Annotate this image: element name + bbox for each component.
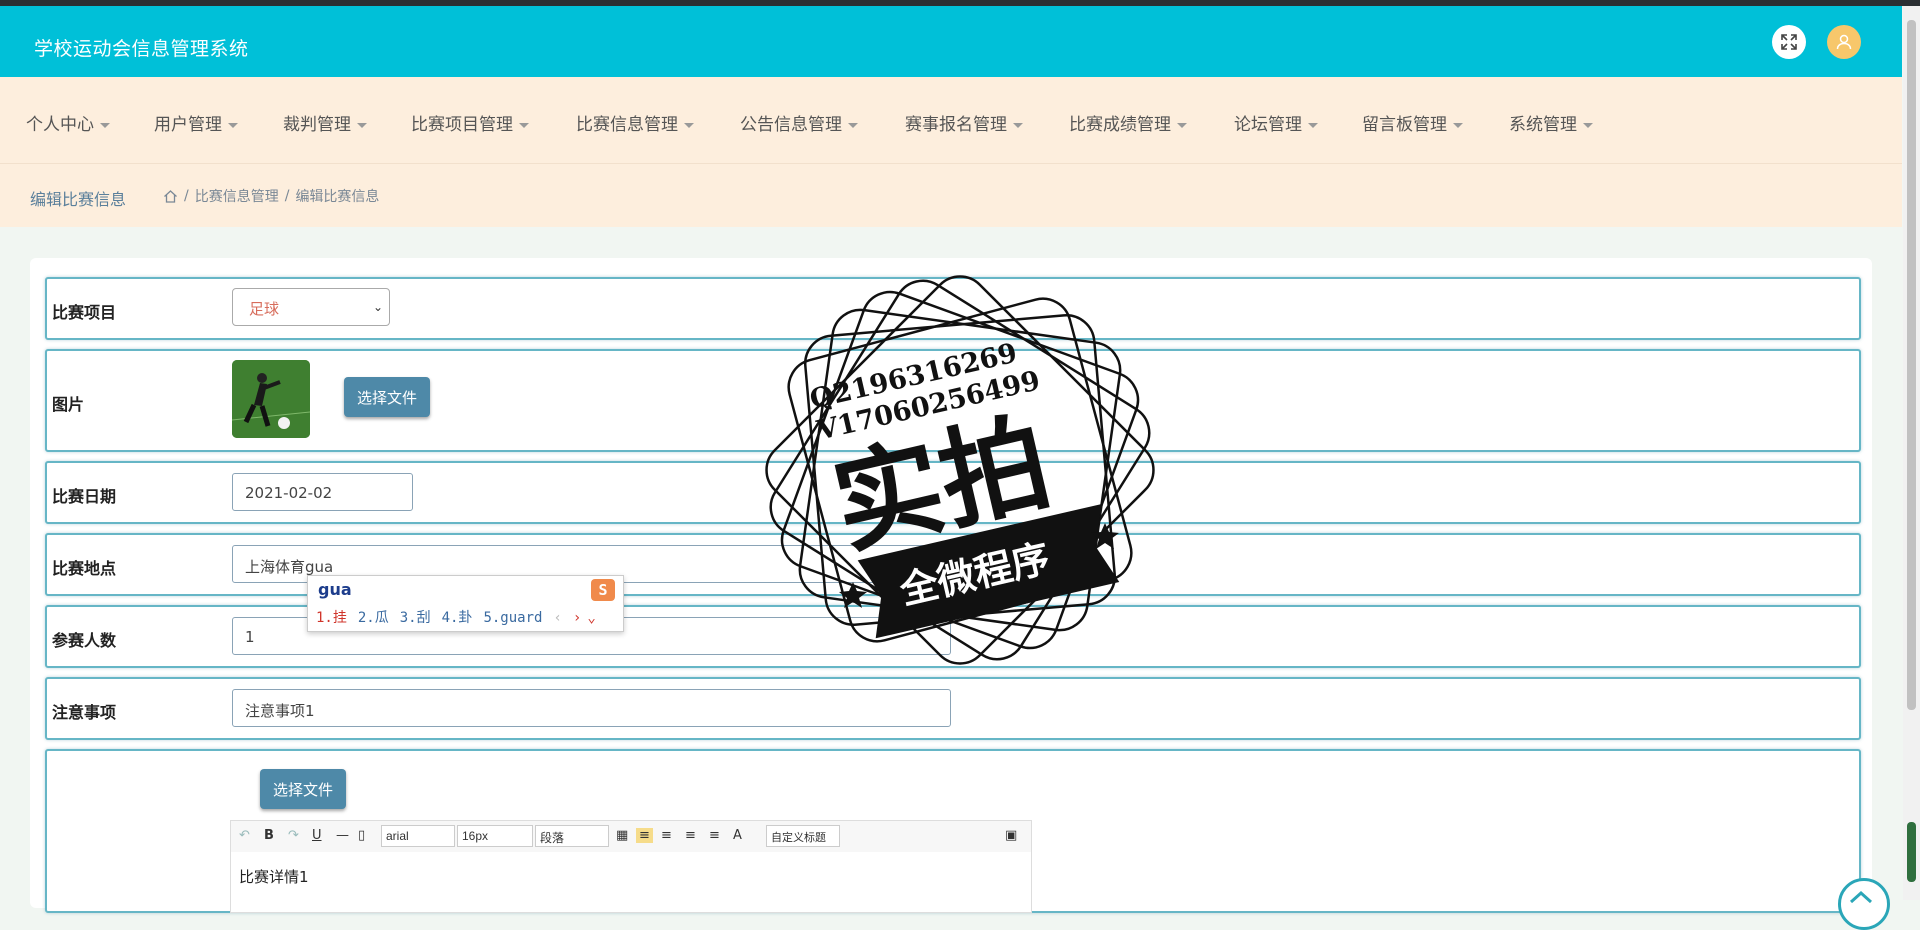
choose-image-file-button[interactable]: 选择文件: [344, 377, 430, 417]
caret-down-icon: [1013, 122, 1023, 128]
back-to-top-button[interactable]: [1838, 878, 1890, 930]
date-label: 比赛日期: [52, 487, 117, 506]
home-icon[interactable]: [163, 189, 178, 204]
page-icon[interactable]: ▯: [358, 828, 365, 843]
notes-label: 注意事项: [52, 703, 117, 722]
ime-expand-icon[interactable]: ⌄: [587, 610, 595, 626]
page-header-bar: 编辑比赛信息 / 比赛信息管理 / 编辑比赛信息: [0, 164, 1902, 227]
breadcrumb-current: 编辑比赛信息: [295, 189, 380, 205]
form-row-notes: 注意事项 注意事项1: [45, 677, 1861, 740]
ime-next-icon[interactable]: ›: [573, 610, 581, 626]
page-scrollbar[interactable]: [1903, 6, 1920, 900]
chevron-up-icon: [1849, 890, 1873, 904]
ime-candidate[interactable]: 5.guard: [483, 610, 542, 626]
expand-icon: [1781, 34, 1797, 50]
nav-item-announcement-management[interactable]: 公告信息管理: [740, 110, 858, 135]
nav-item-score-management[interactable]: 比赛成绩管理: [1069, 110, 1187, 135]
undo-icon[interactable]: ↶: [239, 828, 250, 843]
caret-down-icon: [1308, 122, 1318, 128]
ime-candidate[interactable]: 3.刮: [400, 610, 431, 626]
breadcrumb: / 比赛信息管理 / 编辑比赛信息: [163, 186, 379, 206]
caret-down-icon: [1583, 122, 1593, 128]
scrollbar-thumb[interactable]: [1907, 20, 1916, 710]
rich-editor-toolbar: ↶ B ↷ U — ▯ arial 16px 段落 ▦ ≡ ≡ ≡ ≡ A 自定…: [230, 820, 1032, 854]
caret-down-icon: [519, 122, 529, 128]
ime-candidate[interactable]: 1.挂: [316, 610, 347, 626]
nav-item-forum-management[interactable]: 论坛管理: [1234, 110, 1318, 135]
ime-candidate[interactable]: 4.卦: [442, 610, 473, 626]
image-label: 图片: [52, 395, 85, 414]
breadcrumb-link-match-info[interactable]: 比赛信息管理: [195, 186, 279, 206]
chevron-down-icon: ⌄: [372, 300, 383, 314]
ime-composition: gua: [318, 580, 352, 599]
font-color-button[interactable]: A: [733, 828, 742, 843]
underline-button[interactable]: U: [312, 828, 322, 843]
bold-button[interactable]: B: [264, 828, 274, 843]
caret-down-icon: [1177, 122, 1187, 128]
caret-down-icon: [357, 122, 367, 128]
choose-detail-file-button[interactable]: 选择文件: [260, 769, 346, 809]
breadcrumb-separator: /: [184, 188, 189, 204]
editor-content: 比赛详情1: [239, 868, 309, 886]
align-right-icon[interactable]: ≡: [661, 828, 672, 843]
nav-item-user-management[interactable]: 用户管理: [154, 110, 238, 135]
horizontal-rule-icon[interactable]: —: [336, 828, 349, 843]
page-title: 编辑比赛信息: [30, 190, 127, 209]
ime-prev-icon[interactable]: ‹: [553, 610, 561, 626]
ime-candidate[interactable]: 2.瓜: [358, 610, 389, 626]
star-icon: [839, 582, 867, 608]
font-size-select[interactable]: 16px: [457, 825, 533, 847]
scrollbar-indicator: [1907, 822, 1916, 882]
nav-item-personal-center[interactable]: 个人中心: [26, 110, 110, 135]
user-icon: [1836, 34, 1852, 50]
event-label: 比赛项目: [52, 303, 117, 322]
nav-item-match-info-management[interactable]: 比赛信息管理: [576, 110, 694, 135]
ime-logo: S: [591, 579, 615, 601]
caret-down-icon: [100, 122, 110, 128]
app-header: 学校运动会信息管理系统: [0, 6, 1902, 77]
align-justify-icon[interactable]: ≡: [709, 828, 720, 843]
nav-item-referee-management[interactable]: 裁判管理: [283, 110, 367, 135]
user-avatar-button[interactable]: [1827, 25, 1861, 59]
rich-editor-body[interactable]: 比赛详情1: [230, 852, 1032, 913]
soccer-player-image: [232, 360, 310, 438]
preview-icon[interactable]: ▣: [1005, 828, 1017, 843]
ime-candidate-popup: gua S 1.挂 2.瓜 3.刮 4.卦 5.guard ‹ › ⌄: [307, 575, 624, 632]
table-icon[interactable]: ▦: [616, 828, 628, 843]
caret-down-icon: [228, 122, 238, 128]
align-center-icon[interactable]: ≡: [685, 828, 696, 843]
nav-item-event-project-management[interactable]: 比赛项目管理: [411, 110, 529, 135]
nav-item-registration-management[interactable]: 赛事报名管理: [905, 110, 1023, 135]
date-input[interactable]: 2021-02-02: [232, 473, 413, 511]
notes-input[interactable]: 注意事项1: [232, 689, 951, 727]
caret-down-icon: [1453, 122, 1463, 128]
event-select[interactable]: 足球 ⌄: [232, 288, 390, 326]
redo-icon[interactable]: ↷: [288, 828, 299, 843]
ime-candidate-list: 1.挂 2.瓜 3.刮 4.卦 5.guard ‹ › ⌄: [316, 607, 607, 627]
nav-item-system-management[interactable]: 系统管理: [1509, 110, 1593, 135]
match-image-thumbnail: [232, 360, 310, 438]
participants-label: 参赛人数: [52, 631, 117, 650]
custom-title-select[interactable]: 自定义标题: [766, 825, 840, 847]
main-nav: 个人中心 用户管理 裁判管理 比赛项目管理 比赛信息管理 公告信息管理 赛事报名…: [0, 77, 1902, 164]
app-title: 学校运动会信息管理系统: [34, 38, 249, 60]
breadcrumb-separator: /: [284, 188, 290, 204]
nav-item-message-board-management[interactable]: 留言板管理: [1362, 110, 1463, 135]
paragraph-select[interactable]: 段落: [535, 825, 609, 847]
align-left-icon[interactable]: ≡: [636, 828, 653, 843]
watermark-stamp: Q2196316269 V17060256499 实拍 全微程序: [765, 275, 1155, 665]
caret-down-icon: [848, 122, 858, 128]
location-label: 比赛地点: [52, 559, 117, 578]
caret-down-icon: [684, 122, 694, 128]
font-family-select[interactable]: arial: [381, 825, 455, 847]
fullscreen-button[interactable]: [1772, 25, 1806, 59]
